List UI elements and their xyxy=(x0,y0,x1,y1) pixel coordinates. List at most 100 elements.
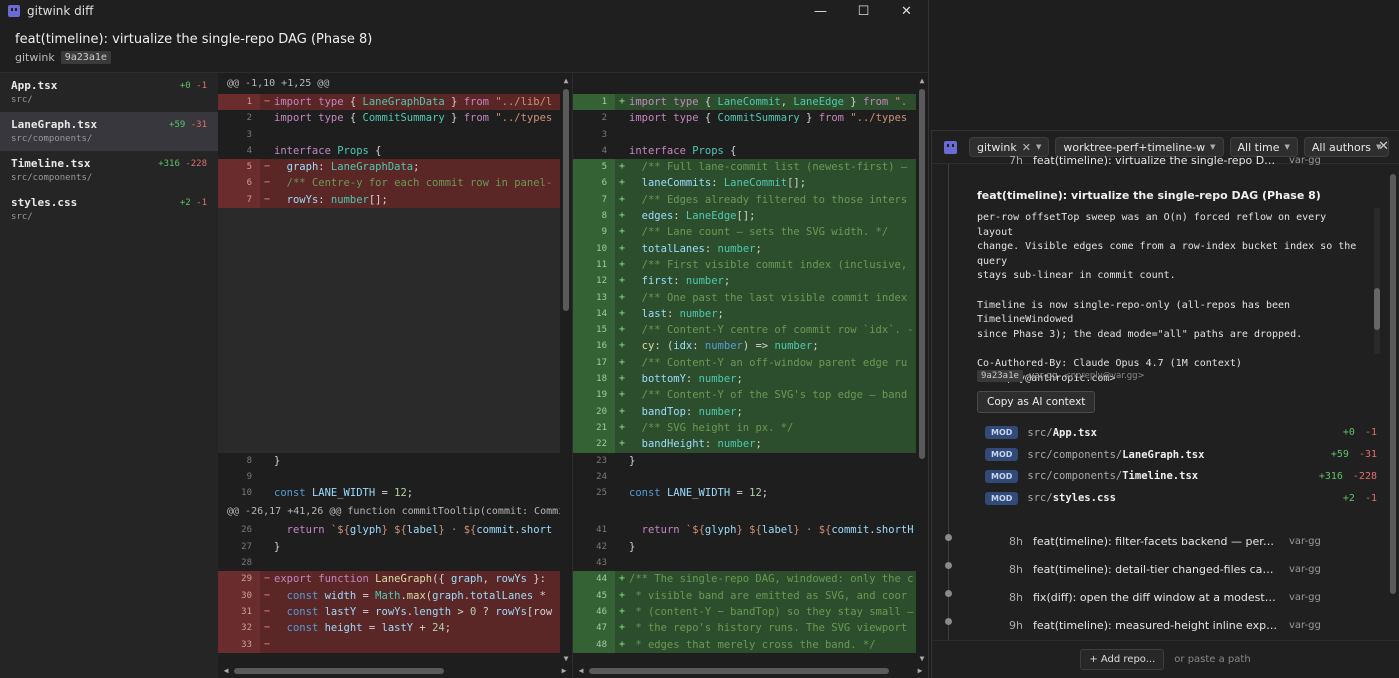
detail-title: feat(timeline): virtualize the single-re… xyxy=(977,189,1321,202)
filler-line xyxy=(218,224,572,241)
chevron-down-icon: ▼ xyxy=(1035,143,1042,151)
filler-line xyxy=(218,256,572,274)
diff-pane-old[interactable]: @@ -1,10 +1,25 @@ 1− import type { LaneGr… xyxy=(218,73,572,678)
diff-pane-new[interactable]: 1 + import type { LaneCommit, LaneEdge } f… xyxy=(572,73,928,678)
code-line: 5 + /** Full lane-commit list (newest-fir… xyxy=(573,159,928,176)
new-pane-vertical-scrollbar[interactable]: ▲ ▼ xyxy=(916,73,928,664)
commit-sha: 9a23a1e xyxy=(60,51,111,64)
code-line: 2 import type { CommitSummary } from "../… xyxy=(246,112,553,125)
code-line: 19 + /** Content-Y of the SVG's top edge … xyxy=(573,387,928,404)
code-line: 7− rowYs: number[]; xyxy=(218,191,572,209)
filler-line xyxy=(218,338,572,355)
code-line: 46 + * (content-Y − bandTop) so they stay… xyxy=(573,603,928,621)
old-pane-vertical-scrollbar[interactable]: ▲ ▼ xyxy=(560,73,572,664)
changed-file-row[interactable]: MOD src/components/Timeline.tsx +316 -228 xyxy=(977,466,1377,488)
scroll-left-arrow-icon[interactable]: ◀ xyxy=(220,665,232,677)
commit-message: fix(diff): open the diff window at a mod… xyxy=(1033,590,1278,604)
commit-detail: feat(timeline): virtualize the single-re… xyxy=(977,189,1377,509)
code-line: 10 + totalLanes: number; xyxy=(573,240,928,257)
scroll-thumb[interactable] xyxy=(563,89,569,311)
code-line: 5− graph: LaneGraphData; xyxy=(218,159,572,176)
commit-row[interactable]: 7h feat(timeline): virtualize the single… xyxy=(932,152,1389,168)
detail-sha[interactable]: 9a23a1e xyxy=(977,370,1023,382)
file-list: App.tsx src/ +0 -1 LaneGraph.tsx src/com… xyxy=(0,73,218,678)
changed-files: MOD src/App.tsx +0 -1 MOD src/components/… xyxy=(977,422,1377,509)
code-line: 28 xyxy=(241,558,252,569)
gitwink-app-icon xyxy=(8,5,20,17)
code-line: 30− const width = Math.max(graph.totalLa… xyxy=(218,587,572,604)
changed-file-row[interactable]: MOD src/App.tsx +0 -1 xyxy=(977,422,1377,444)
scroll-thumb[interactable] xyxy=(589,668,889,674)
new-pane-horizontal-scrollbar[interactable]: ◀ ▶ xyxy=(573,664,928,678)
changed-file-stats: +59 -31 xyxy=(1330,449,1377,461)
scroll-left-arrow-icon[interactable]: ◀ xyxy=(575,665,587,677)
scroll-right-arrow-icon[interactable]: ▶ xyxy=(914,665,926,677)
commit-message: feat(timeline): detail-tier changed-file… xyxy=(1033,562,1278,576)
paste-path-hint: or paste a path xyxy=(1174,654,1251,665)
file-dir: src/ xyxy=(11,95,33,105)
code-line: 9 + /** Lane count — sets the SVG width. … xyxy=(573,224,928,241)
code-line: 1− import type { LaneGraphData } from "..… xyxy=(218,94,572,111)
changed-file-stats: +0 -1 xyxy=(1342,427,1377,439)
code-line: 7 + /** Edges already filtered to those i… xyxy=(573,191,928,209)
scroll-up-arrow-icon[interactable]: ▲ xyxy=(560,75,572,87)
filler-line xyxy=(218,305,572,323)
add-repo-button[interactable]: + Add repo... xyxy=(1080,649,1165,670)
file-item-app[interactable]: App.tsx src/ +0 -1 xyxy=(0,73,218,112)
file-item-styles[interactable]: styles.css src/ +2 -1 xyxy=(0,190,218,229)
code-line: 23} xyxy=(596,454,636,467)
commit-title: feat(timeline): virtualize the single-re… xyxy=(15,32,373,47)
file-dir: src/ xyxy=(11,212,33,222)
close-button[interactable]: ✕ xyxy=(885,0,928,22)
commit-time: 8h xyxy=(1009,534,1023,548)
commit-message: feat(timeline): measured-height inline e… xyxy=(1033,618,1278,632)
scroll-thumb[interactable] xyxy=(919,89,925,459)
code-line: 2 import type { CommitSummary } from "../… xyxy=(601,112,908,125)
file-stats: +59 -31 xyxy=(169,120,207,130)
changed-file-stats: +316 -228 xyxy=(1318,470,1377,482)
code-line: 15 + /** Content-Y centre of commit row `… xyxy=(573,322,928,339)
minimize-button[interactable]: — xyxy=(799,0,842,22)
scroll-thumb[interactable] xyxy=(1374,288,1380,330)
hunk-header: @@ -1,10 +1,25 @@ xyxy=(218,73,572,94)
window-title: gitwink diff xyxy=(27,4,94,18)
code-line: 20 + bandTop: number; xyxy=(573,403,928,420)
maximize-button[interactable]: ☐ xyxy=(842,0,885,22)
code-line: 12 + first: number; xyxy=(573,273,928,290)
code-line: 8} xyxy=(246,454,281,467)
changed-file-path: src/styles.css xyxy=(1027,492,1116,505)
changed-file-row[interactable]: MOD src/components/LaneGraph.tsx +59 -31 xyxy=(977,444,1377,466)
scroll-thumb[interactable] xyxy=(234,668,444,674)
changed-file-stats: +2 -1 xyxy=(1342,492,1377,504)
panel-scrollbar[interactable] xyxy=(1389,164,1397,640)
mod-badge: MOD xyxy=(985,426,1019,440)
copy-ai-context-button[interactable]: Copy as AI context xyxy=(977,391,1096,413)
filler-line xyxy=(218,322,572,339)
old-pane-horizontal-scrollbar[interactable]: ◀ ▶ xyxy=(218,664,572,678)
changed-file-row[interactable]: MOD src/styles.css +2 -1 xyxy=(977,487,1377,509)
commit-row[interactable]: 8h feat(timeline): filter-facets backend… xyxy=(932,527,1389,555)
scroll-up-arrow-icon[interactable]: ▲ xyxy=(916,75,928,87)
commit-meta: gitwink 9a23a1e xyxy=(15,51,913,64)
scroll-thumb[interactable] xyxy=(1390,174,1396,594)
commit-row[interactable]: 9h feat(timeline): measured-height inlin… xyxy=(932,611,1389,639)
code-line: 9 xyxy=(246,471,252,482)
changed-file-path: src/App.tsx xyxy=(1027,426,1097,439)
commit-row[interactable]: 8h fix(diff): open the diff window at a … xyxy=(932,583,1389,611)
code-line: 10 const LANE_WIDTH = 12; xyxy=(241,487,414,500)
diff-body: App.tsx src/ +0 -1 LaneGraph.tsx src/com… xyxy=(0,73,928,678)
commit-row[interactable]: 8h feat(timeline): detail-tier changed-f… xyxy=(932,555,1389,583)
code-line: 13 + /** One past the last visible commit… xyxy=(573,289,928,306)
file-item-lanegraph[interactable]: LaneGraph.tsx src/components/ +59 -31 xyxy=(0,112,218,151)
filler-line xyxy=(218,387,572,404)
code-line: 1 + import type { LaneCommit, LaneEdge } f… xyxy=(573,94,928,111)
code-line: 22 + bandHeight: number; xyxy=(573,436,928,453)
detail-body: per-row offsetTop sweep was an O(n) forc… xyxy=(977,212,1357,384)
detail-scrollbar[interactable] xyxy=(1374,208,1380,354)
code-line: 33− xyxy=(218,636,572,653)
commit-author: var-gg xyxy=(1289,535,1321,547)
file-stats: +316 -228 xyxy=(158,159,207,169)
scroll-right-arrow-icon[interactable]: ▶ xyxy=(558,665,570,677)
filler-line xyxy=(218,419,572,437)
file-item-timeline[interactable]: Timeline.tsx src/components/ +316 -228 xyxy=(0,151,218,190)
